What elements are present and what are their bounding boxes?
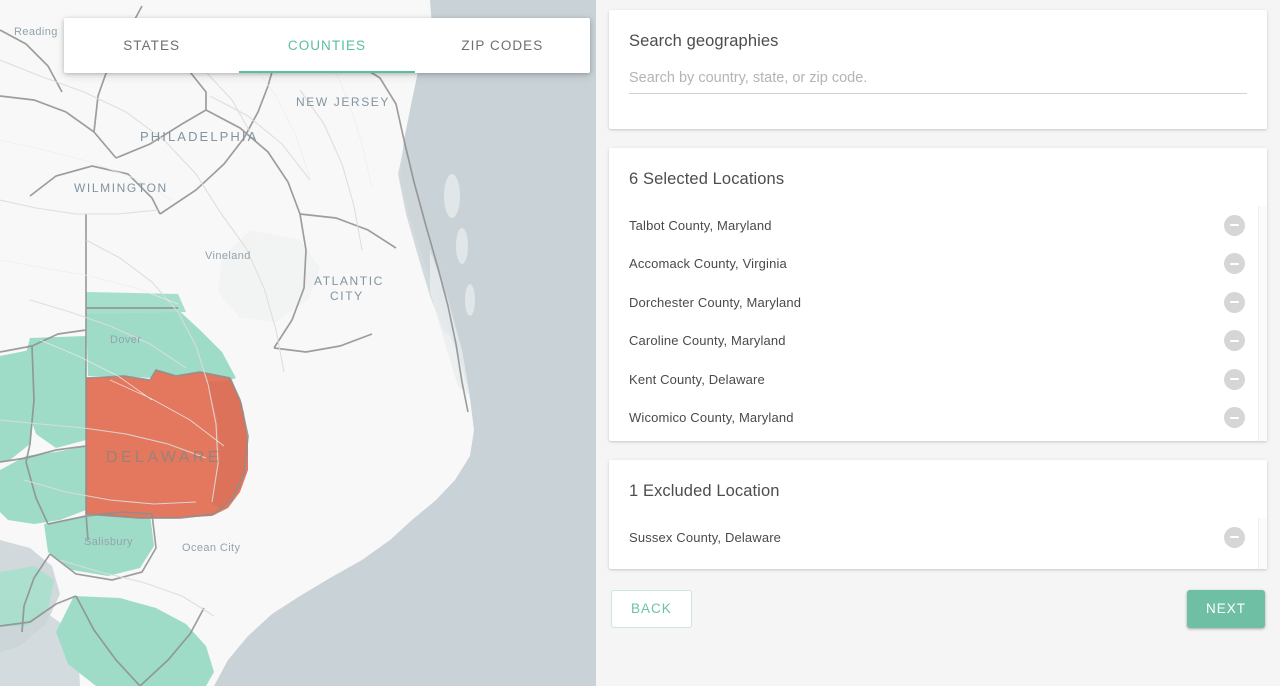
back-button-label: BACK (631, 601, 672, 616)
selected-locations-title: 6 Selected Locations (629, 170, 785, 188)
excluded-locations-list[interactable]: Sussex County, Delaware (609, 517, 1267, 569)
excluded-locations-title: 1 Excluded Location (629, 482, 780, 500)
location-name: Talbot County, Maryland (629, 217, 772, 233)
tab-zip-codes-label: ZIP CODES (461, 38, 544, 53)
list-item[interactable]: Talbot County, Maryland (609, 206, 1267, 245)
remove-location-icon[interactable] (1224, 291, 1245, 313)
search-title: Search geographies (629, 32, 779, 50)
location-name: Accomack County, Virginia (629, 256, 787, 272)
next-button[interactable]: NEXT (1186, 589, 1265, 628)
next-button-label: NEXT (1205, 601, 1246, 616)
remove-location-icon[interactable] (1224, 368, 1245, 390)
excluded-locations-card: 1 Excluded Location Sussex County, Delaw… (609, 460, 1267, 569)
map-pane[interactable]: Reading NEW JERSEY PHILADELPHIA WILMINGT… (0, 0, 596, 686)
selected-locations-card: 6 Selected Locations Talbot County, Mary… (609, 148, 1267, 441)
list-item[interactable]: Dorchester County, Maryland (609, 283, 1267, 322)
remove-location-icon[interactable] (1224, 526, 1245, 548)
list-item[interactable]: Caroline County, Maryland (609, 322, 1267, 361)
location-name: Kent County, Delaware (629, 371, 765, 387)
search-input[interactable] (629, 70, 1247, 94)
list-item[interactable]: Sussex County, Delaware (609, 518, 1267, 557)
list-item[interactable]: Wicomico County, Maryland (609, 399, 1267, 438)
selected-locations-list[interactable]: Talbot County, Maryland Accomack County,… (609, 205, 1267, 441)
tab-states-label: STATES (123, 38, 181, 53)
location-name: Sussex County, Delaware (629, 529, 782, 545)
geography-sidebar: Search geographies 6 Selected Locations … (596, 0, 1280, 686)
list-item[interactable]: Accomack County, Virginia (609, 245, 1267, 284)
search-field-wrapper (609, 51, 1267, 94)
remove-location-icon[interactable] (1224, 214, 1245, 236)
remove-location-icon[interactable] (1224, 253, 1245, 275)
geography-level-tabs: STATES COUNTIES ZIP CODES (64, 18, 590, 73)
location-name: Dorchester County, Maryland (629, 294, 802, 310)
tab-zip-codes[interactable]: ZIP CODES (415, 18, 590, 73)
list-bottom-padding (609, 437, 1267, 441)
list-item[interactable]: Kent County, Delaware (609, 360, 1267, 399)
wizard-footer: BACK NEXT (609, 589, 1267, 628)
list-bottom-padding (609, 557, 1267, 569)
remove-location-icon[interactable] (1224, 407, 1245, 429)
geography-selector-app: Reading NEW JERSEY PHILADELPHIA WILMINGT… (0, 0, 1280, 686)
search-card: Search geographies (609, 10, 1267, 129)
map-canvas[interactable] (0, 0, 596, 686)
tab-counties[interactable]: COUNTIES (239, 18, 415, 73)
location-name: Wicomico County, Maryland (629, 410, 794, 426)
tab-states[interactable]: STATES (64, 18, 239, 73)
tab-counties-label: COUNTIES (287, 38, 367, 53)
back-button[interactable]: BACK (611, 589, 692, 628)
remove-location-icon[interactable] (1224, 330, 1245, 352)
location-name: Caroline County, Maryland (629, 333, 786, 349)
